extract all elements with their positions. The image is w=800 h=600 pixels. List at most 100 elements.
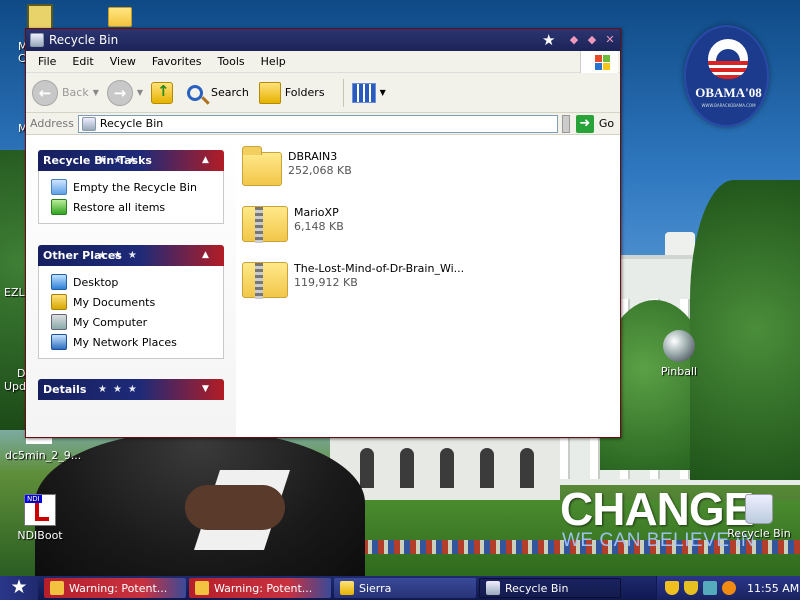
warning-icon: [195, 581, 209, 595]
search-icon: [187, 84, 204, 101]
collapse-chevron-icon[interactable]: ▲: [202, 150, 216, 165]
minimize-button[interactable]: ◆: [566, 32, 582, 48]
zip-folder-icon: [242, 206, 288, 243]
file-item-marioxp[interactable]: MarioXP 6,148 KB: [242, 202, 344, 243]
maximize-button[interactable]: ◆: [584, 32, 600, 48]
obama-logo-url: WWW.BARACKOBAMA.COM: [701, 103, 756, 108]
search-label: Search: [211, 86, 249, 99]
place-my-network-places[interactable]: My Network Places: [51, 332, 215, 352]
recycle-bin-window: Recycle Bin ★ ◆ ◆ ✕ File Edit View Favor…: [25, 28, 621, 438]
recycle-bin-icon: [486, 581, 500, 595]
task-restore-all-items[interactable]: Restore all items: [51, 197, 215, 217]
menu-help[interactable]: Help: [253, 55, 294, 68]
desktop-icon-recycle-bin[interactable]: Recycle Bin: [724, 494, 794, 540]
empty-recycle-bin-icon: [51, 179, 67, 195]
taskbar-item-warning-1[interactable]: Warning: Potent...: [44, 578, 186, 598]
obama-logo-name: OBAMA'08: [695, 85, 762, 100]
taskbar-item-label: Recycle Bin: [505, 581, 569, 595]
network-icon[interactable]: [703, 581, 717, 595]
menu-bar: File Edit View Favorites Tools Help: [26, 51, 620, 73]
search-button[interactable]: Search: [187, 84, 249, 101]
desktop-icon-topleft[interactable]: [27, 4, 53, 30]
address-dropdown[interactable]: [561, 114, 570, 133]
go-arrow-icon: ➜: [575, 114, 594, 133]
star-icon: ★: [542, 31, 556, 49]
menu-file[interactable]: File: [30, 55, 64, 68]
close-button[interactable]: ✕: [602, 32, 618, 48]
panel-recycle-bin-tasks-header[interactable]: Recycle Bin Tasks ★★★ ▲: [38, 150, 224, 171]
task-pane: Recycle Bin Tasks ★★★ ▲ Empty the Recycl…: [26, 136, 236, 437]
file-name: The-Lost-Mind-of-Dr-Brain_Wi...: [294, 262, 465, 275]
taskbar-item-warning-2[interactable]: Warning: Potent...: [189, 578, 331, 598]
collapse-chevron-icon[interactable]: ▲: [202, 245, 216, 260]
menu-favorites[interactable]: Favorites: [144, 55, 210, 68]
window-titlebar[interactable]: Recycle Bin ★ ◆ ◆ ✕: [26, 29, 620, 51]
file-name: DBRAIN3: [288, 150, 338, 163]
place-my-computer[interactable]: My Computer: [51, 312, 215, 332]
panel-other-places-header[interactable]: Other Places ★★★ ▲: [38, 245, 224, 266]
ndi-tag: NDI: [25, 495, 42, 503]
desktop-icon-pinball[interactable]: Pinball: [644, 330, 714, 378]
place-label: My Network Places: [73, 335, 177, 349]
window-title: Recycle Bin: [49, 33, 119, 47]
place-label: My Computer: [73, 315, 148, 329]
menu-view[interactable]: View: [102, 55, 144, 68]
expand-chevron-icon[interactable]: ▼: [202, 379, 216, 394]
taskbar-tasks: Warning: Potent... Warning: Potent... Si…: [44, 578, 624, 598]
recycle-bin-icon: [81, 116, 96, 131]
restore-icon: [51, 199, 67, 215]
stars-decoration: ★★★: [98, 155, 143, 166]
warning-icon: [50, 581, 64, 595]
window-content: Recycle Bin Tasks ★★★ ▲ Empty the Recycl…: [26, 136, 620, 437]
ndiboot-icon: NDI: [24, 494, 56, 526]
up-folder-button[interactable]: [151, 81, 177, 104]
my-documents-icon: [51, 294, 67, 310]
forward-arrow-icon[interactable]: →: [106, 79, 133, 106]
security-shield-alt-icon[interactable]: [684, 581, 698, 595]
panel-details: Details ★★★ ▼: [38, 379, 224, 400]
place-label: Desktop: [73, 275, 119, 289]
views-button[interactable]: ▼: [351, 82, 394, 103]
back-arrow-icon[interactable]: ←: [32, 79, 58, 106]
back-label[interactable]: Back: [62, 86, 89, 99]
taskbar-item-sierra[interactable]: Sierra: [334, 578, 476, 598]
file-item-dbrain3[interactable]: DBRAIN3 252,068 KB: [242, 146, 352, 186]
menu-tools[interactable]: Tools: [210, 55, 253, 68]
recycle-bin-icon: [30, 33, 44, 47]
taskbar: ★ Warning: Potent... Warning: Potent... …: [0, 576, 800, 600]
address-field[interactable]: Recycle Bin: [77, 114, 558, 133]
address-value: Recycle Bin: [99, 117, 164, 130]
system-tray: 11:55 AM: [656, 576, 800, 600]
panel-details-header[interactable]: Details ★★★ ▼: [38, 379, 224, 400]
back-dropdown-icon[interactable]: ▼: [93, 88, 99, 97]
place-desktop[interactable]: Desktop: [51, 272, 215, 292]
file-item-lost-mind-dr-brain[interactable]: The-Lost-Mind-of-Dr-Brain_Wi... 119,912 …: [242, 258, 465, 299]
menu-edit[interactable]: Edit: [64, 55, 101, 68]
folders-button[interactable]: Folders: [258, 81, 325, 104]
search-key-icon[interactable]: [722, 581, 736, 595]
recycle-bin-icon: [745, 494, 773, 524]
clock[interactable]: 11:55 AM: [747, 582, 799, 595]
file-size: 252,068 KB: [288, 164, 352, 177]
go-button[interactable]: ➜ Go: [575, 114, 614, 133]
desktop-label-dc5min[interactable]: dc5min_2_9...: [5, 449, 81, 462]
address-label: Address: [30, 117, 74, 130]
panel-body: Desktop My Documents My Computer My Netw…: [38, 266, 224, 359]
obama-logo: OBAMA'08 WWW.BARACKOBAMA.COM: [684, 25, 769, 127]
security-shield-icon[interactable]: [665, 581, 679, 595]
desktop-icon-ndiboot[interactable]: NDI NDIBoot: [5, 494, 75, 542]
place-my-documents[interactable]: My Documents: [51, 292, 215, 312]
forward-dropdown-icon[interactable]: ▼: [137, 88, 143, 97]
toolbar: ← Back ▼ → ▼ Search Folders ▼: [26, 73, 620, 113]
task-empty-recycle-bin[interactable]: Empty the Recycle Bin: [51, 177, 215, 197]
taskbar-item-recycle-bin[interactable]: Recycle Bin: [479, 578, 621, 598]
wallpaper-person: [35, 430, 365, 576]
address-bar: Address Recycle Bin ➜ Go: [26, 113, 620, 135]
my-computer-icon: [51, 314, 67, 330]
desktop-folder-icon[interactable]: [108, 7, 132, 27]
start-button[interactable]: ★: [0, 576, 38, 600]
taskbar-item-label: Sierra: [359, 581, 392, 595]
taskbar-item-label: Warning: Potent...: [214, 581, 313, 595]
stars-decoration: ★★★: [98, 250, 143, 261]
folders-label: Folders: [284, 86, 325, 99]
